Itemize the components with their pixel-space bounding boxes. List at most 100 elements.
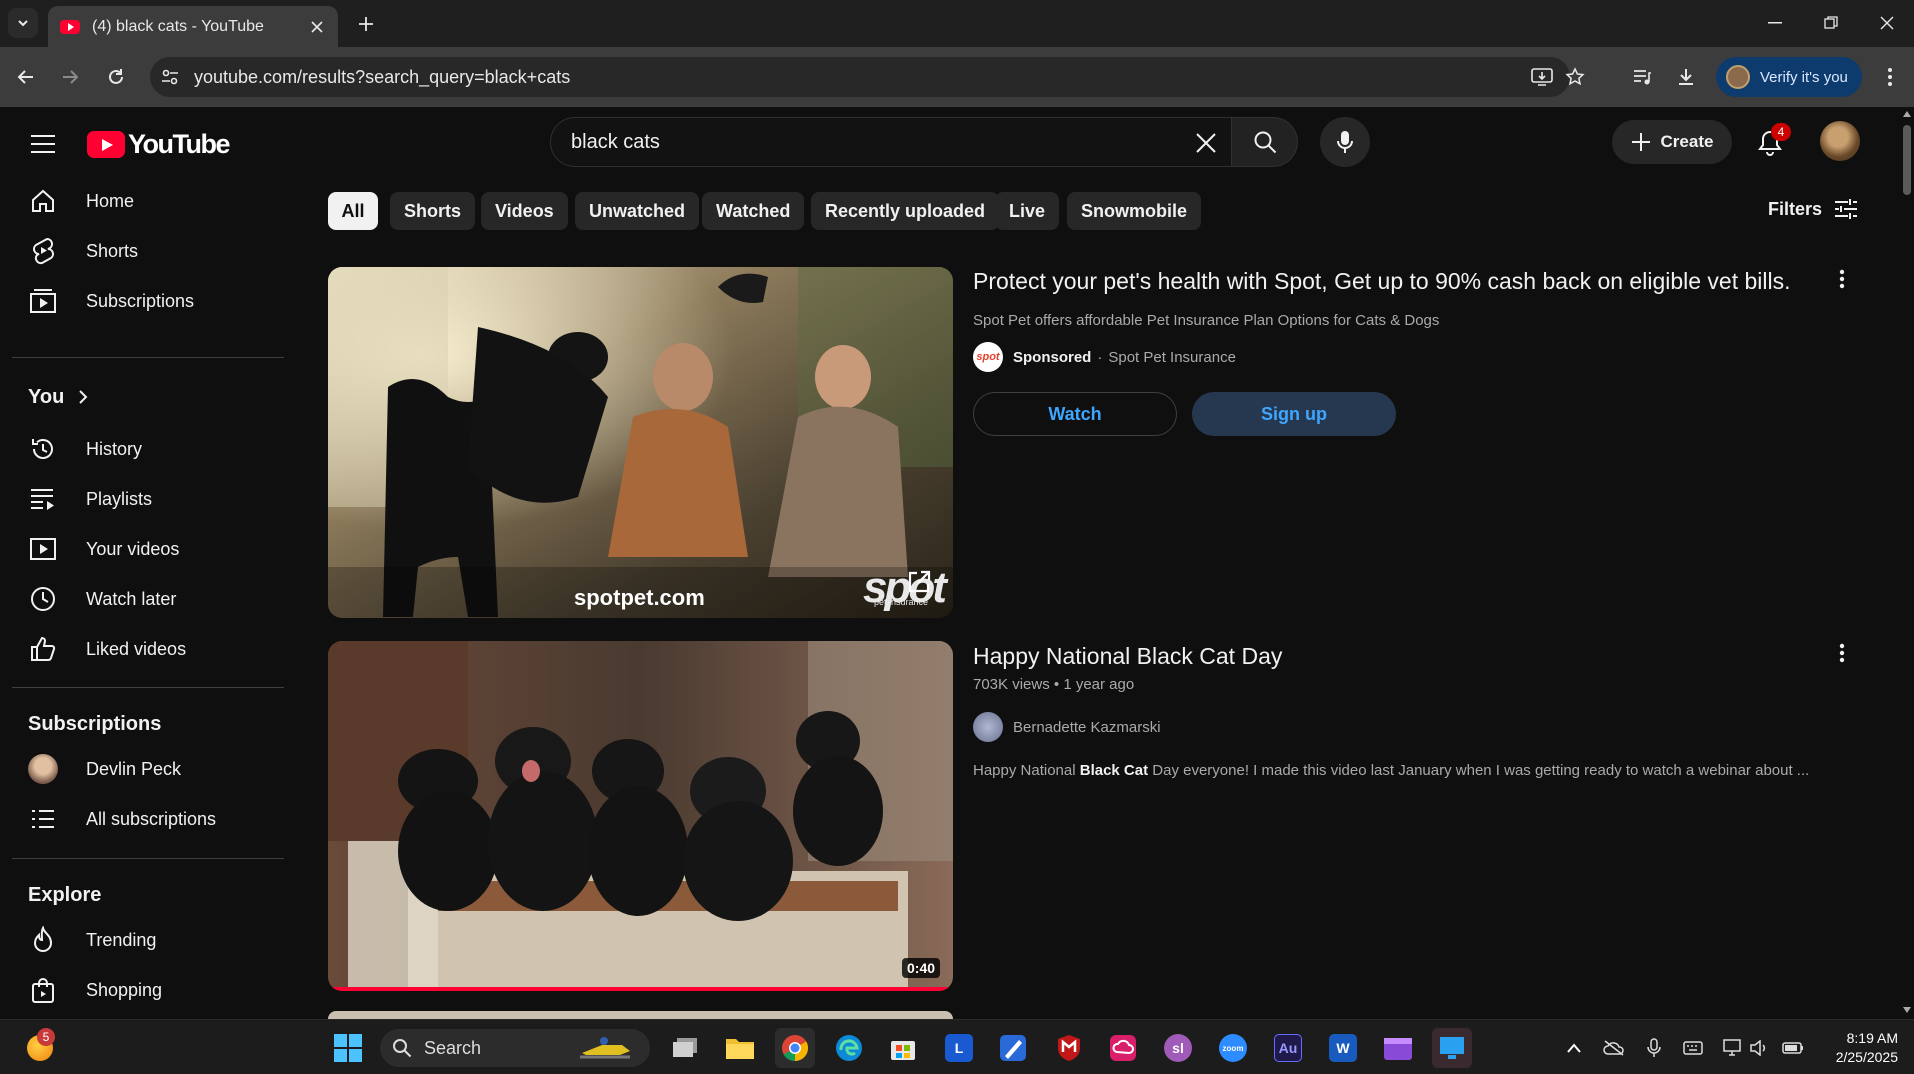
scroll-up-icon[interactable] <box>1903 111 1911 117</box>
sidebar-item-playlists[interactable]: Playlists <box>12 477 282 521</box>
url-text[interactable]: youtube.com/results?search_query=black+c… <box>194 67 570 88</box>
search-button[interactable] <box>1232 117 1298 167</box>
taskbar-app-draw[interactable] <box>993 1028 1033 1068</box>
sidebar-item-all-subscriptions[interactable]: All subscriptions <box>12 797 282 841</box>
explore-heading: Explore <box>28 884 102 906</box>
network-tray-icon[interactable] <box>1722 1037 1744 1059</box>
reload-button[interactable] <box>98 59 134 95</box>
sidebar-item-shorts[interactable]: Shorts <box>12 229 282 273</box>
video-channel-row[interactable]: Bernadette Kazmarski <box>973 712 1161 742</box>
sidebar-item-watch-later[interactable]: Watch later <box>12 577 282 621</box>
chrome-menu-button[interactable] <box>1872 59 1908 95</box>
ad-signup-button[interactable]: Sign up <box>1192 392 1396 436</box>
bookmark-button[interactable] <box>1563 65 1587 89</box>
sidebar-item-trending[interactable]: Trending <box>12 918 282 962</box>
video-thumbnail[interactable]: 0:40 <box>328 641 953 991</box>
taskbar-zoom[interactable]: zoom <box>1213 1028 1253 1068</box>
sidebar-you-heading[interactable]: You <box>12 375 282 419</box>
taskbar-search-box[interactable]: Search <box>380 1029 650 1067</box>
sidebar-item-subscriptions[interactable]: Subscriptions <box>12 279 282 323</box>
taskbar-creative-cloud[interactable] <box>1103 1028 1143 1068</box>
taskbar-active-app[interactable] <box>1432 1028 1472 1068</box>
search-query[interactable]: black cats <box>571 131 660 154</box>
taskbar-app-sl[interactable]: sl <box>1158 1028 1198 1068</box>
advertiser-name[interactable]: Spot Pet Insurance <box>1108 349 1236 366</box>
ad-watch-button[interactable]: Watch <box>973 392 1177 436</box>
taskbar-app-l[interactable]: L <box>939 1028 979 1068</box>
media-control-button[interactable] <box>1624 59 1660 95</box>
scrollbar-thumb[interactable] <box>1903 125 1911 195</box>
chip-videos[interactable]: Videos <box>481 192 568 230</box>
arrow-right-icon <box>63 70 79 84</box>
sidebar-subscription-devlin-peck[interactable]: Devlin Peck <box>12 747 282 791</box>
downloads-button[interactable] <box>1668 59 1704 95</box>
restore-button[interactable] <box>1808 6 1854 40</box>
sidebar-item-liked-videos[interactable]: Liked videos <box>12 627 282 671</box>
taskbar-edge[interactable] <box>829 1028 869 1068</box>
taskbar-microsoft-store[interactable] <box>883 1028 923 1068</box>
video-more-actions-button[interactable] <box>1830 641 1854 665</box>
snowmobile-search-highlight-icon <box>580 1037 630 1059</box>
taskbar-file-explorer[interactable] <box>720 1028 760 1068</box>
start-button[interactable] <box>328 1028 368 1068</box>
address-bar[interactable]: youtube.com/results?search_query=black+c… <box>150 57 1585 97</box>
close-tab-button[interactable] <box>308 18 326 36</box>
sidebar-item-history[interactable]: History <box>12 427 282 471</box>
ad-more-actions-button[interactable] <box>1830 267 1854 291</box>
taskbar-chrome[interactable] <box>775 1028 815 1068</box>
guide-menu-button[interactable] <box>24 125 62 163</box>
chip-watched[interactable]: Watched <box>702 192 805 230</box>
taskbar-task-view[interactable] <box>665 1028 705 1068</box>
ad-title[interactable]: Protect your pet's health with Spot, Get… <box>973 268 1791 295</box>
microphone-tray-icon[interactable] <box>1643 1037 1665 1059</box>
channel-name[interactable]: Bernadette Kazmarski <box>1013 719 1161 736</box>
install-app-button[interactable] <box>1530 65 1554 89</box>
taskbar-word[interactable]: W <box>1323 1028 1363 1068</box>
tab-search-button[interactable] <box>8 8 38 38</box>
taskbar-clock[interactable]: 8:19 AM 2/25/2025 <box>1818 1029 1898 1067</box>
chip-shorts[interactable]: Shorts <box>390 192 476 230</box>
forward-button[interactable] <box>52 59 88 95</box>
sidebar-item-home[interactable]: Home <box>12 179 282 223</box>
filters-button[interactable]: Filters <box>1768 198 1858 220</box>
page-scrollbar[interactable] <box>1900 107 1914 1019</box>
chip-snowmobile[interactable]: Snowmobile <box>1067 192 1202 230</box>
close-window-button[interactable] <box>1864 6 1910 40</box>
taskbar-mcafee[interactable] <box>1049 1028 1089 1068</box>
advertiser-logo[interactable]: spot <box>973 342 1003 372</box>
create-button[interactable]: Create <box>1612 120 1732 164</box>
sidebar-item-label: Playlists <box>86 488 153 509</box>
onedrive-tray-icon[interactable] <box>1603 1037 1625 1059</box>
taskbar-audition[interactable]: Au <box>1268 1028 1308 1068</box>
chip-live[interactable]: Live <box>995 192 1060 230</box>
minimize-button[interactable] <box>1752 6 1798 40</box>
channel-avatar[interactable] <box>973 712 1003 742</box>
sidebar-item-your-videos[interactable]: Your videos <box>12 527 282 571</box>
back-button[interactable] <box>8 59 44 95</box>
voice-search-button[interactable] <box>1320 117 1370 167</box>
sidebar-item-shopping[interactable]: Shopping <box>12 968 282 1012</box>
volume-tray-icon[interactable] <box>1748 1037 1770 1059</box>
video-title[interactable]: Happy National Black Cat Day <box>973 643 1282 670</box>
site-info-icon[interactable] <box>160 67 180 87</box>
taskbar-clipchamp[interactable] <box>1378 1028 1418 1068</box>
ad-thumbnail[interactable]: spotpet.com spot pet insurance <box>328 267 953 618</box>
sl-app-icon: sl <box>1164 1034 1192 1062</box>
clear-search-button[interactable] <box>1191 128 1221 158</box>
chip-all[interactable]: All <box>328 192 378 230</box>
verify-profile-button[interactable]: Verify it's you <box>1716 57 1862 97</box>
zoom-icon: zoom <box>1219 1034 1247 1062</box>
youtube-logo[interactable]: YouTube <box>87 129 230 160</box>
search-input[interactable]: black cats <box>550 117 1232 167</box>
account-avatar[interactable] <box>1820 121 1860 161</box>
browser-tab[interactable]: (4) black cats - YouTube <box>48 6 338 47</box>
chip-unwatched[interactable]: Unwatched <box>575 192 700 230</box>
new-tab-button[interactable] <box>352 10 380 38</box>
keyboard-tray-icon[interactable] <box>1682 1037 1704 1059</box>
chip-recently-uploaded[interactable]: Recently uploaded <box>811 192 1000 230</box>
more-vertical-icon <box>1839 269 1845 289</box>
scroll-down-icon[interactable] <box>1903 1007 1911 1013</box>
battery-tray-icon[interactable] <box>1782 1037 1804 1059</box>
show-hidden-icons-button[interactable] <box>1563 1037 1585 1059</box>
next-video-thumbnail[interactable] <box>328 1011 953 1019</box>
